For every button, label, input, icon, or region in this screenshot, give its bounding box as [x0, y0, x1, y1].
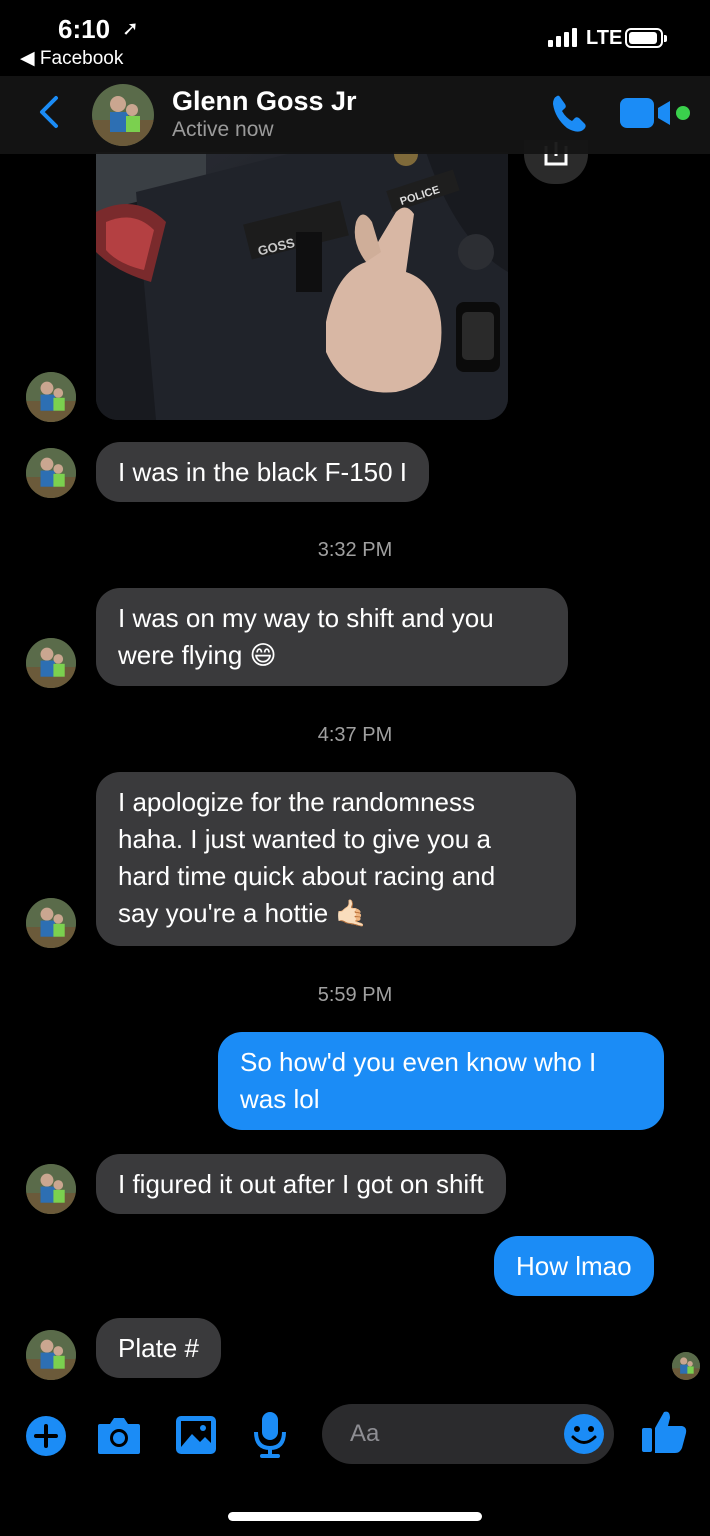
message-line: say you're a hottie 🤙🏻	[118, 898, 368, 928]
microphone-icon[interactable]	[252, 1410, 288, 1460]
message-bubble-incoming[interactable]: I figured it out after I got on shift	[96, 1154, 506, 1214]
avatar	[26, 898, 76, 948]
status-time: 6:10	[58, 14, 111, 44]
thumbs-up-icon[interactable]	[640, 1408, 688, 1456]
message-line: hard time quick about racing and	[118, 861, 496, 891]
signal-bars-icon	[548, 28, 577, 47]
home-indicator	[228, 1512, 482, 1521]
message-timestamp: 3:32 PM	[317, 539, 393, 561]
avatar	[26, 372, 76, 422]
message-bubble-incoming[interactable]: Plate #	[96, 1318, 221, 1378]
message-line: haha. I just wanted to give you a	[118, 824, 491, 854]
message-line: was lol	[240, 1084, 320, 1114]
smiley-icon[interactable]	[562, 1412, 606, 1456]
message-bubble-incoming[interactable]: I apologize for the randomness haha. I j…	[96, 772, 576, 946]
phone-icon[interactable]	[547, 90, 593, 136]
message-line: I was on my way to shift and you	[118, 603, 494, 633]
message-line: I apologize for the randomness	[118, 787, 475, 817]
contact-name[interactable]: Glenn Goss Jr	[172, 86, 357, 117]
message-timestamp: 5:59 PM	[317, 984, 393, 1006]
online-indicator	[676, 106, 690, 120]
video-camera-icon[interactable]	[620, 96, 676, 130]
location-arrow-icon: ➚	[122, 18, 139, 40]
back-to-app-link[interactable]: ◀ Facebook	[20, 47, 123, 70]
message-bubble-incoming[interactable]: I was on my way to shift and you were fl…	[96, 588, 568, 686]
network-type: LTE	[586, 27, 623, 49]
image-icon[interactable]	[174, 1414, 218, 1456]
active-status: Active now	[172, 118, 274, 141]
battery-icon	[625, 28, 667, 48]
avatar[interactable]	[92, 84, 154, 146]
back-app-label: Facebook	[39, 48, 124, 69]
avatar	[26, 638, 76, 688]
message-bubble-outgoing[interactable]: So how'd you even know who I was lol	[218, 1032, 664, 1130]
avatar	[26, 448, 76, 498]
avatar	[26, 1164, 76, 1214]
message-bubble-outgoing[interactable]: How lmao	[494, 1236, 654, 1296]
message-line: So how'd you even know who I	[240, 1047, 597, 1077]
read-receipt-avatar	[672, 1352, 700, 1380]
message-input-placeholder: Aa	[350, 1420, 380, 1447]
camera-icon[interactable]	[96, 1414, 142, 1456]
message-bubble-incoming[interactable]: I was in the black F-150 I	[96, 442, 430, 502]
message-line: were flying 😄	[118, 640, 277, 670]
avatar	[26, 1330, 76, 1380]
chevron-left-icon[interactable]	[32, 92, 68, 132]
message-photo[interactable]: GOSS #18 POLICE	[96, 152, 508, 420]
message-timestamp: 4:37 PM	[317, 724, 393, 746]
plus-icon[interactable]	[24, 1414, 68, 1458]
